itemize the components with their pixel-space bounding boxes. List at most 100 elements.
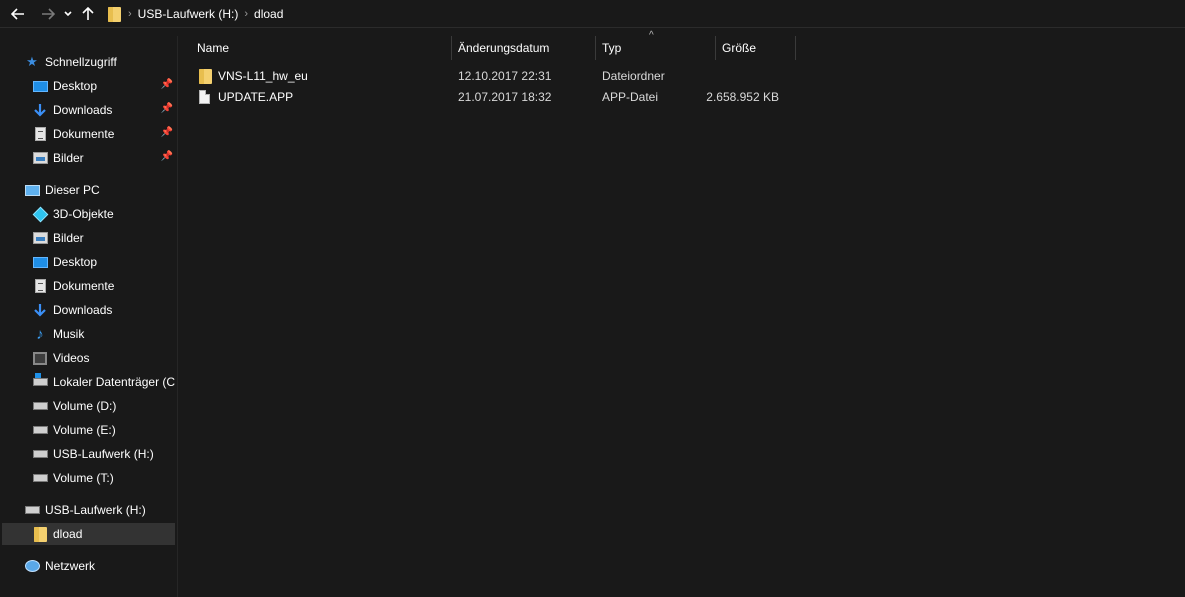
desktop-icon [32, 78, 48, 94]
sidebar-item-this-pc[interactable]: Dieser PC [24, 179, 174, 201]
sidebar-item-label: Volume (D:) [53, 399, 117, 413]
folder-icon [199, 69, 212, 87]
file-type: Dateiordner [602, 69, 665, 83]
sidebar-item-local-disk-c[interactable]: Lokaler Datenträger (C:) [32, 371, 175, 393]
sidebar-item-label: dload [53, 527, 83, 541]
column-header-label: Änderungsdatum [458, 41, 550, 55]
file-name: UPDATE.APP [218, 90, 294, 104]
3d-objects-icon [32, 206, 48, 222]
pin-icon: 📌 [160, 127, 173, 138]
column-header-date[interactable]: Änderungsdatum [452, 36, 596, 60]
arrow-up-icon [82, 6, 94, 20]
sidebar-item-volume-t[interactable]: Volume (T:) [32, 467, 175, 489]
column-header-label: Typ [602, 41, 622, 55]
breadcrumb-usb-drive[interactable]: USB-Laufwerk (H:) [138, 7, 239, 21]
sidebar-item-desktop[interactable]: Desktop [32, 251, 175, 273]
column-header-size[interactable]: Größe [716, 36, 796, 60]
sidebar-item-usb-drive-root[interactable]: USB-Laufwerk (H:) [24, 499, 174, 521]
file-icon [199, 90, 210, 107]
pin-icon: 📌 [160, 103, 173, 114]
file-row[interactable]: UPDATE.APP 21.07.2017 18:32 APP-Datei 2.… [191, 87, 791, 108]
sidebar-item-quick-access[interactable]: ★ Schnellzugriff [24, 51, 174, 73]
file-name: VNS-L11_hw_eu [218, 69, 308, 83]
documents-icon [32, 278, 48, 294]
sort-ascending-icon: ^ [649, 30, 654, 41]
pin-icon: 📌 [160, 79, 173, 90]
star-icon: ★ [26, 54, 38, 69]
forward-button[interactable] [37, 2, 59, 26]
sidebar-item-volume-d[interactable]: Volume (D:) [32, 395, 175, 417]
sidebar-item-label: Volume (T:) [53, 471, 114, 485]
sidebar-item-label: Volume (E:) [53, 423, 116, 437]
column-header-type[interactable]: Typ [596, 36, 716, 60]
pictures-icon [32, 230, 48, 246]
sidebar-item-3d-objects[interactable]: 3D-Objekte [32, 203, 175, 225]
file-explorer-window: › USB-Laufwerk (H:) › dload ★ Schnellzug… [0, 0, 1185, 597]
breadcrumb-separator: › [244, 7, 249, 20]
arrow-right-icon [42, 7, 55, 20]
sidebar-item-volume-e[interactable]: Volume (E:) [32, 419, 175, 441]
sidebar-item-label: Lokaler Datenträger (C:) [53, 375, 175, 389]
sidebar-item-videos[interactable]: Videos [32, 347, 175, 369]
sidebar-item-label: Schnellzugriff [45, 55, 117, 69]
drive-icon [32, 398, 48, 414]
drive-icon [32, 470, 48, 486]
local-disk-icon [32, 373, 48, 390]
sidebar-item-music[interactable]: ♪ Musik [32, 323, 175, 345]
up-button[interactable] [78, 2, 98, 26]
music-icon: ♪ [36, 325, 44, 343]
sidebar-item-documents[interactable]: Dokumente 📌 [32, 123, 175, 145]
file-type: APP-Datei [602, 90, 659, 104]
breadcrumb-dload[interactable]: dload [254, 7, 283, 21]
address-toolbar: › USB-Laufwerk (H:) › dload [0, 0, 1185, 28]
sidebar-item-label: Downloads [53, 103, 113, 117]
address-folder-icon [108, 6, 122, 22]
column-header-label: Name [197, 41, 230, 55]
network-icon [24, 558, 40, 574]
desktop-icon [32, 254, 48, 270]
sidebar-item-network[interactable]: Netzwerk [24, 555, 174, 577]
sidebar-item-desktop[interactable]: Desktop 📌 [32, 75, 175, 97]
pictures-icon [32, 150, 48, 166]
file-size: 2.658.952 KB [706, 90, 779, 104]
sidebar-item-label: Netzwerk [45, 559, 96, 573]
sidebar-item-label: Dokumente [53, 127, 115, 141]
file-list-view: Name Änderungsdatum Typ Größe ^ VNS-L11_… [179, 30, 1185, 597]
breadcrumb-separator: › [128, 7, 132, 20]
sidebar-item-label: Videos [53, 351, 90, 365]
downloads-icon [32, 302, 48, 318]
documents-icon [32, 126, 48, 142]
sidebar-item-label: Dieser PC [45, 183, 100, 197]
sidebar-item-label: Desktop [53, 255, 98, 269]
sidebar-item-label: Downloads [53, 303, 113, 317]
sidebar-item-downloads[interactable]: Downloads 📌 [32, 99, 175, 121]
folder-icon [32, 526, 48, 542]
column-header-label: Größe [722, 41, 757, 55]
sidebar-item-label: Bilder [53, 231, 84, 245]
sidebar-item-pictures[interactable]: Bilder [32, 227, 175, 249]
sidebar-item-documents[interactable]: Dokumente [32, 275, 175, 297]
recent-locations-button[interactable] [61, 2, 75, 26]
computer-icon [24, 182, 40, 198]
sidebar-item-label: USB-Laufwerk (H:) [53, 447, 154, 461]
sidebar-item-pictures[interactable]: Bilder 📌 [32, 147, 175, 169]
downloads-icon [32, 102, 48, 118]
usb-drive-icon [24, 502, 40, 518]
sidebar-item-downloads[interactable]: Downloads [32, 299, 175, 321]
file-date: 12.10.2017 22:31 [458, 69, 552, 83]
arrow-left-icon [11, 7, 24, 20]
sidebar-item-usb-drive-h[interactable]: USB-Laufwerk (H:) [32, 443, 175, 465]
column-header-row: Name Änderungsdatum Typ Größe ^ [179, 30, 796, 60]
sidebar-item-label: Bilder [53, 151, 84, 165]
sidebar-item-label: Desktop [53, 79, 98, 93]
navigation-pane: ★ Schnellzugriff Desktop 📌 Downloads 📌 D… [0, 36, 178, 597]
usb-drive-icon [32, 446, 48, 462]
back-button[interactable] [7, 2, 29, 26]
column-header-name[interactable]: Name [191, 36, 452, 60]
chevron-down-icon [64, 10, 72, 16]
sidebar-item-label: 3D-Objekte [53, 207, 114, 221]
file-date: 21.07.2017 18:32 [458, 90, 552, 104]
file-row[interactable]: VNS-L11_hw_eu 12.10.2017 22:31 Dateiordn… [191, 66, 791, 87]
drive-icon [32, 422, 48, 438]
sidebar-item-dload[interactable]: dload [2, 523, 175, 545]
